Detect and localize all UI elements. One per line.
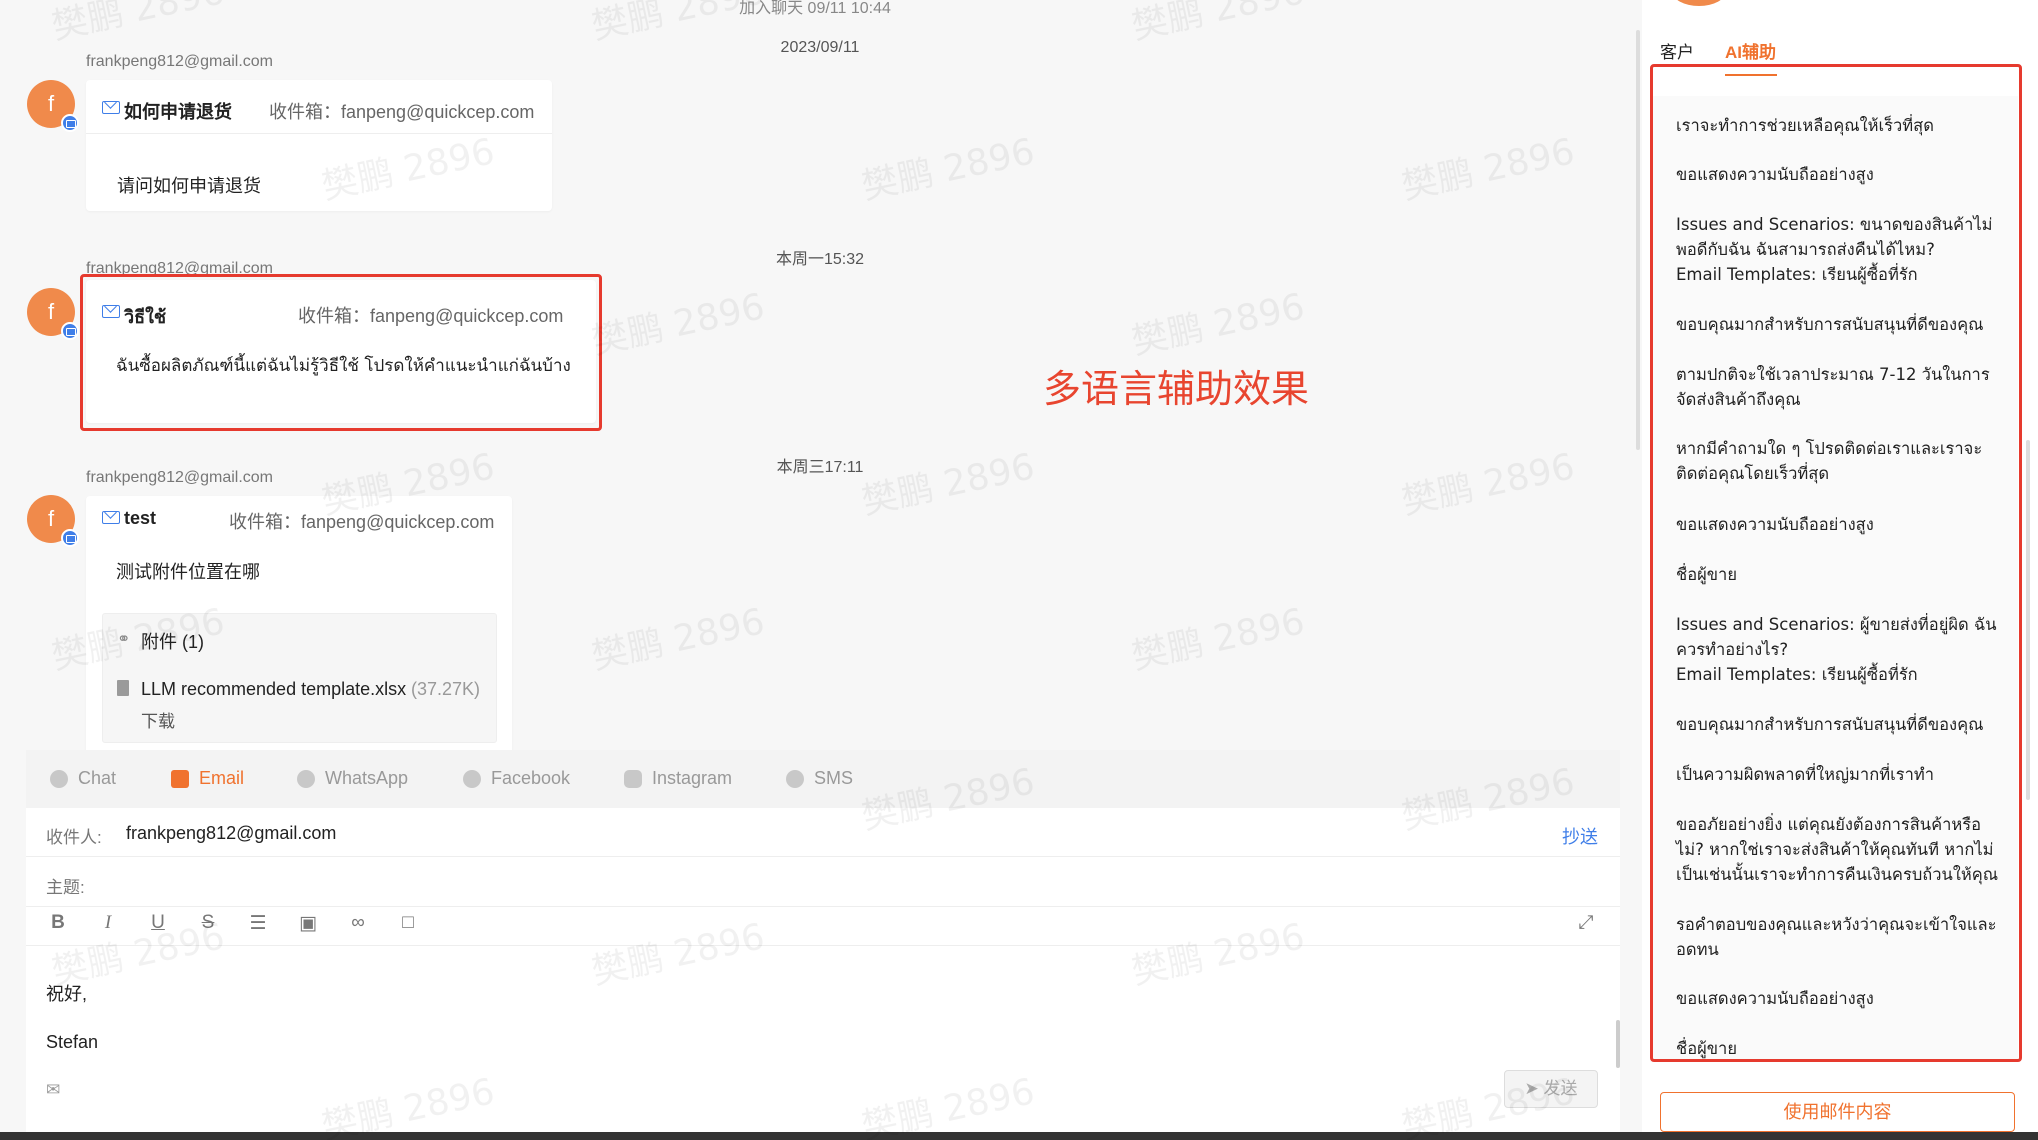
chat-icon — [50, 769, 68, 788]
compose-panel: Chat Email WhatsApp Facebook Instagram S… — [26, 750, 1620, 1132]
recipient-row: 收件人: frankpeng812@gmail.com 抄送 — [26, 808, 1620, 857]
tab-email[interactable]: Email — [171, 768, 244, 789]
channel-tabs: Chat Email WhatsApp Facebook Instagram S… — [26, 750, 1620, 808]
ai-suggestion-item[interactable]: ชื่อผู้ขาย — [1676, 1036, 2006, 1061]
sender-email: frankpeng812@gmail.com — [86, 53, 274, 70]
avatar[interactable]: f — [27, 495, 79, 547]
tab-sms[interactable]: SMS — [786, 768, 853, 789]
email-badge-icon — [61, 114, 79, 132]
tab-facebook[interactable]: Facebook — [463, 768, 570, 789]
insert-file-icon[interactable]: □ — [396, 912, 420, 934]
ai-suggestion-item[interactable]: ขอแสดงความนับถืออย่างสูง — [1676, 512, 2006, 537]
date-separator: 本周三17:11 — [776, 459, 864, 476]
bold-icon[interactable]: B — [46, 912, 70, 934]
strikethrough-icon[interactable]: S — [196, 912, 220, 934]
ai-suggestion-item[interactable]: หากมีคำถามใด ๆ โปรดติดต่อเราและเราจะติดต… — [1676, 436, 2006, 486]
attachment-filename[interactable]: LLM recommended template.xlsx — [141, 679, 406, 700]
attachments-title: 附件 (1) — [141, 632, 204, 652]
inbox-address: 收件箱：fanpeng@quickcep.com — [269, 102, 535, 122]
send-button[interactable]: ➤ 发送 — [1504, 1070, 1598, 1108]
highlight-box — [80, 274, 602, 431]
template-icon[interactable]: ✉ — [46, 1080, 60, 1100]
ai-suggestion-item[interactable]: ขอบคุณมากสำหรับการสนับสนุนที่ดีของคุณ — [1676, 312, 2006, 337]
italic-icon[interactable]: I — [96, 912, 120, 934]
compose-body-line[interactable]: 祝好, — [46, 980, 87, 1006]
scrollbar[interactable] — [1616, 1020, 1620, 1068]
email-body: 测试附件位置在哪 — [116, 562, 260, 582]
inbox-address: 收件箱：fanpeng@quickcep.com — [229, 512, 495, 532]
ai-suggestion-item[interactable]: ชื่อผู้ขาย — [1676, 562, 2006, 587]
link-icon[interactable]: ∞ — [346, 912, 370, 934]
avatar[interactable]: f — [27, 288, 79, 340]
ai-suggestion-item[interactable]: ขอแสดงความนับถืออย่างสูง — [1676, 162, 2006, 187]
join-timestamp: 加入聊天 09/11 10:44 — [739, 0, 891, 17]
tab-whatsapp[interactable]: WhatsApp — [297, 768, 408, 789]
email-subject: 如何申请退货 — [124, 102, 232, 122]
email-subject: test — [124, 508, 157, 528]
ai-suggestion-item[interactable]: ขอแสดงความนับถืออย่างสูง — [1676, 986, 2006, 1011]
email-icon — [171, 769, 189, 788]
expand-icon[interactable]: ⤢ — [1574, 912, 1598, 934]
ai-suggestion-item[interactable]: เป็นความผิดพลาดที่ใหญ่มากที่เราทำ — [1676, 762, 2006, 787]
ai-suggestion-item[interactable]: เราจะทำการช่วยเหลือคุณให้เร็วที่สุด — [1676, 113, 2006, 138]
email-badge-icon — [61, 322, 79, 340]
messenger-icon — [463, 769, 481, 788]
ai-suggestion-item[interactable]: ตามปกติจะใช้เวลาประมาณ 7-12 วันในการจัดส… — [1676, 362, 2006, 412]
date-separator: 2023/09/11 — [780, 39, 860, 56]
subject-row: 主题: — [26, 858, 1620, 907]
ai-suggestion-item[interactable]: รอคำตอบของคุณและหวังว่าคุณจะเข้าใจและอดท… — [1676, 912, 2006, 962]
sender-email: frankpeng812@gmail.com — [86, 469, 274, 486]
avatar[interactable]: f — [27, 80, 79, 132]
ai-suggestion-item[interactable]: ขอบคุณมากสำหรับการสนับสนุนที่ดีของคุณ — [1676, 712, 2006, 737]
instagram-icon — [624, 769, 642, 788]
email-message-card[interactable]: 如何申请退货 收件箱：fanpeng@quickcep.com 请问如何申请退货 — [86, 80, 552, 211]
conversation-panel: 加入聊天 09/11 10:44 2023/09/11 frankpeng812… — [0, 0, 1642, 1132]
mail-icon — [102, 101, 120, 114]
file-icon — [117, 680, 129, 696]
cc-button[interactable]: 抄送 — [1562, 823, 1598, 849]
email-body: 请问如何申请退货 — [117, 176, 261, 196]
attachment-panel: ⚭ 附件 (1) LLM recommended template.xlsx (… — [102, 613, 497, 743]
compose-body-line[interactable]: Stefan — [46, 1032, 98, 1053]
email-card-header: 如何申请退货 收件箱：fanpeng@quickcep.com — [86, 80, 552, 134]
subject-label: 主题: — [46, 878, 85, 897]
image-icon[interactable]: ▣ — [296, 912, 320, 935]
bottom-bar — [0, 1132, 2038, 1140]
email-badge-icon — [61, 529, 79, 547]
date-separator: 本周一15:32 — [775, 251, 865, 268]
attachment-size: (37.27K) — [411, 679, 481, 699]
list-icon[interactable]: ☰ — [246, 912, 270, 935]
ai-suggestion-item[interactable]: ขออภัยอย่างยิ่ง แต่คุณยังต้องการสินค้าหร… — [1676, 812, 2006, 887]
tab-chat[interactable]: Chat — [50, 768, 116, 789]
ai-suggestion-item[interactable]: Issues and Scenarios: ขนาดของสินค้าไม่พอ… — [1676, 212, 2006, 287]
subject-input[interactable] — [106, 866, 1586, 900]
right-sidebar: 客户 AI辅助 เราจะทำการช่วยเหลือคุณให้เร็วที่… — [1642, 0, 2038, 1132]
download-link[interactable]: 下载 — [141, 707, 175, 732]
annotation-label: 多语言辅助效果 — [1043, 367, 1310, 411]
chat-scrollbar[interactable] — [1636, 30, 1640, 450]
sms-icon — [786, 769, 804, 788]
tab-instagram[interactable]: Instagram — [624, 768, 732, 789]
mail-icon — [102, 511, 120, 524]
recipient-label: 收件人: — [46, 828, 102, 847]
paperclip-icon: ⚭ — [117, 631, 131, 648]
ai-suggestion-item[interactable]: Issues and Scenarios: ผู้ขายส่งที่อยู่ผิ… — [1676, 612, 2006, 687]
use-email-content-button[interactable]: 使用邮件内容 — [1660, 1092, 2015, 1132]
whatsapp-icon — [297, 769, 315, 788]
recipient-field[interactable]: frankpeng812@gmail.com — [126, 823, 336, 844]
email-card-header: test 收件箱：fanpeng@quickcep.com — [86, 496, 512, 550]
underline-icon[interactable]: U — [146, 912, 170, 934]
